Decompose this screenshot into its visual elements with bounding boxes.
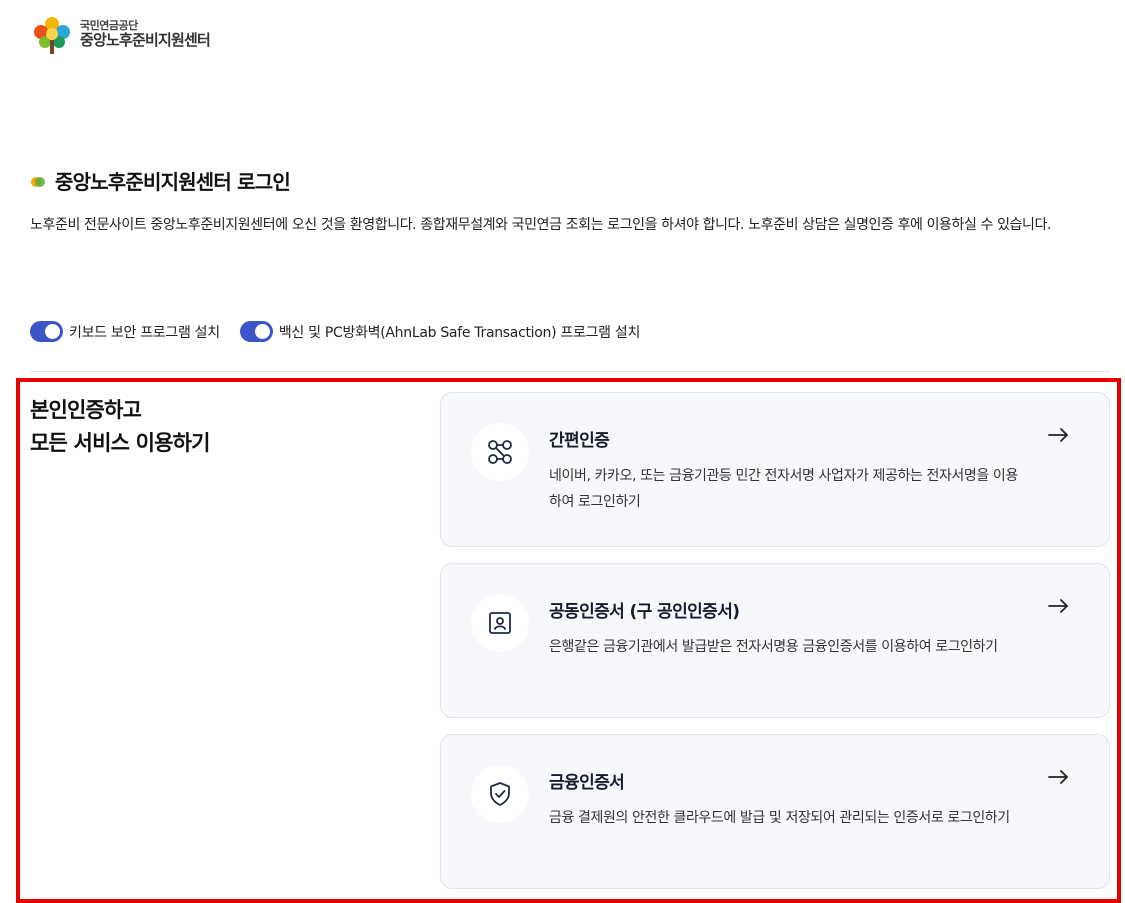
keyboard-security-toggle[interactable]: 키보드 보안 프로그램 설치 — [30, 321, 220, 342]
card-title: 공동인증서 (구 공인인증서) — [549, 602, 740, 622]
arrow-right-icon — [1048, 428, 1068, 442]
intro-text: 노후준비 전문사이트 중앙노후준비지원센터에 오신 것을 환영합니다. 종합재무… — [30, 217, 1052, 233]
card-description: 네이버, 카카오, 또는 금융기관등 민간 전자서명 사업자가 제공하는 전자서… — [549, 468, 1018, 510]
arrow-right-icon — [1048, 770, 1068, 784]
simple-auth-card[interactable]: 간편인증 네이버, 카카오, 또는 금융기관등 민간 전자서명 사업자가 제공하… — [440, 392, 1110, 547]
logo-title: 중앙노후준비지원센터 — [80, 30, 211, 49]
security-program-toggles: 키보드 보안 프로그램 설치 백신 및 PC방화벽(AhnLab Safe Tr… — [30, 321, 640, 342]
financial-certificate-card[interactable]: 금융인증서 금융 결제원의 안전한 클라우드에 발급 및 저장되어 관리되는 인… — [440, 734, 1110, 889]
shield-check-icon — [471, 765, 529, 823]
card-title: 금융인증서 — [549, 773, 625, 793]
auth-heading-line1: 본인인증하고 — [30, 398, 142, 422]
card-description: 금융 결제원의 안전한 클라우드에 발급 및 저장되어 관리되는 인증서로 로그… — [549, 810, 1010, 826]
joint-certificate-card[interactable]: 공동인증서 (구 공인인증서) 은행같은 금융기관에서 발급받은 전자서명용 금… — [440, 563, 1110, 718]
bullet-dot-icon — [31, 176, 45, 187]
toggle-switch-icon[interactable] — [30, 321, 63, 342]
auth-section-heading: 본인인증하고 모든 서비스 이용하기 — [30, 394, 211, 460]
toggle-label: 백신 및 PC방화벽(AhnLab Safe Transaction) 프로그램… — [278, 324, 641, 341]
card-description: 은행같은 금융기관에서 발급받은 전자서명용 금융인증서를 이용하여 로그인하기 — [549, 639, 998, 655]
antivirus-firewall-toggle[interactable]: 백신 및 PC방화벽(AhnLab Safe Transaction) 프로그램… — [239, 321, 641, 342]
divider — [30, 371, 1110, 372]
arrow-right-icon — [1048, 599, 1068, 613]
page-title-text: 중앙노후준비지원센터 로그인 — [55, 170, 291, 194]
toggle-switch-icon[interactable] — [239, 321, 273, 342]
nps-tree-logo-icon — [34, 17, 70, 54]
logo-subtitle: 국민연금공단 — [80, 18, 138, 32]
id-card-icon — [471, 594, 529, 652]
connection-icon — [471, 423, 529, 481]
toggle-label: 키보드 보안 프로그램 설치 — [69, 324, 220, 341]
site-logo[interactable]: 국민연금공단 중앙노후준비지원센터 — [30, 12, 211, 56]
page-title: 중앙노후준비지원센터 로그인 — [30, 166, 291, 195]
auth-heading-line2: 모든 서비스 이용하기 — [30, 431, 211, 455]
card-title: 간편인증 — [549, 431, 610, 451]
